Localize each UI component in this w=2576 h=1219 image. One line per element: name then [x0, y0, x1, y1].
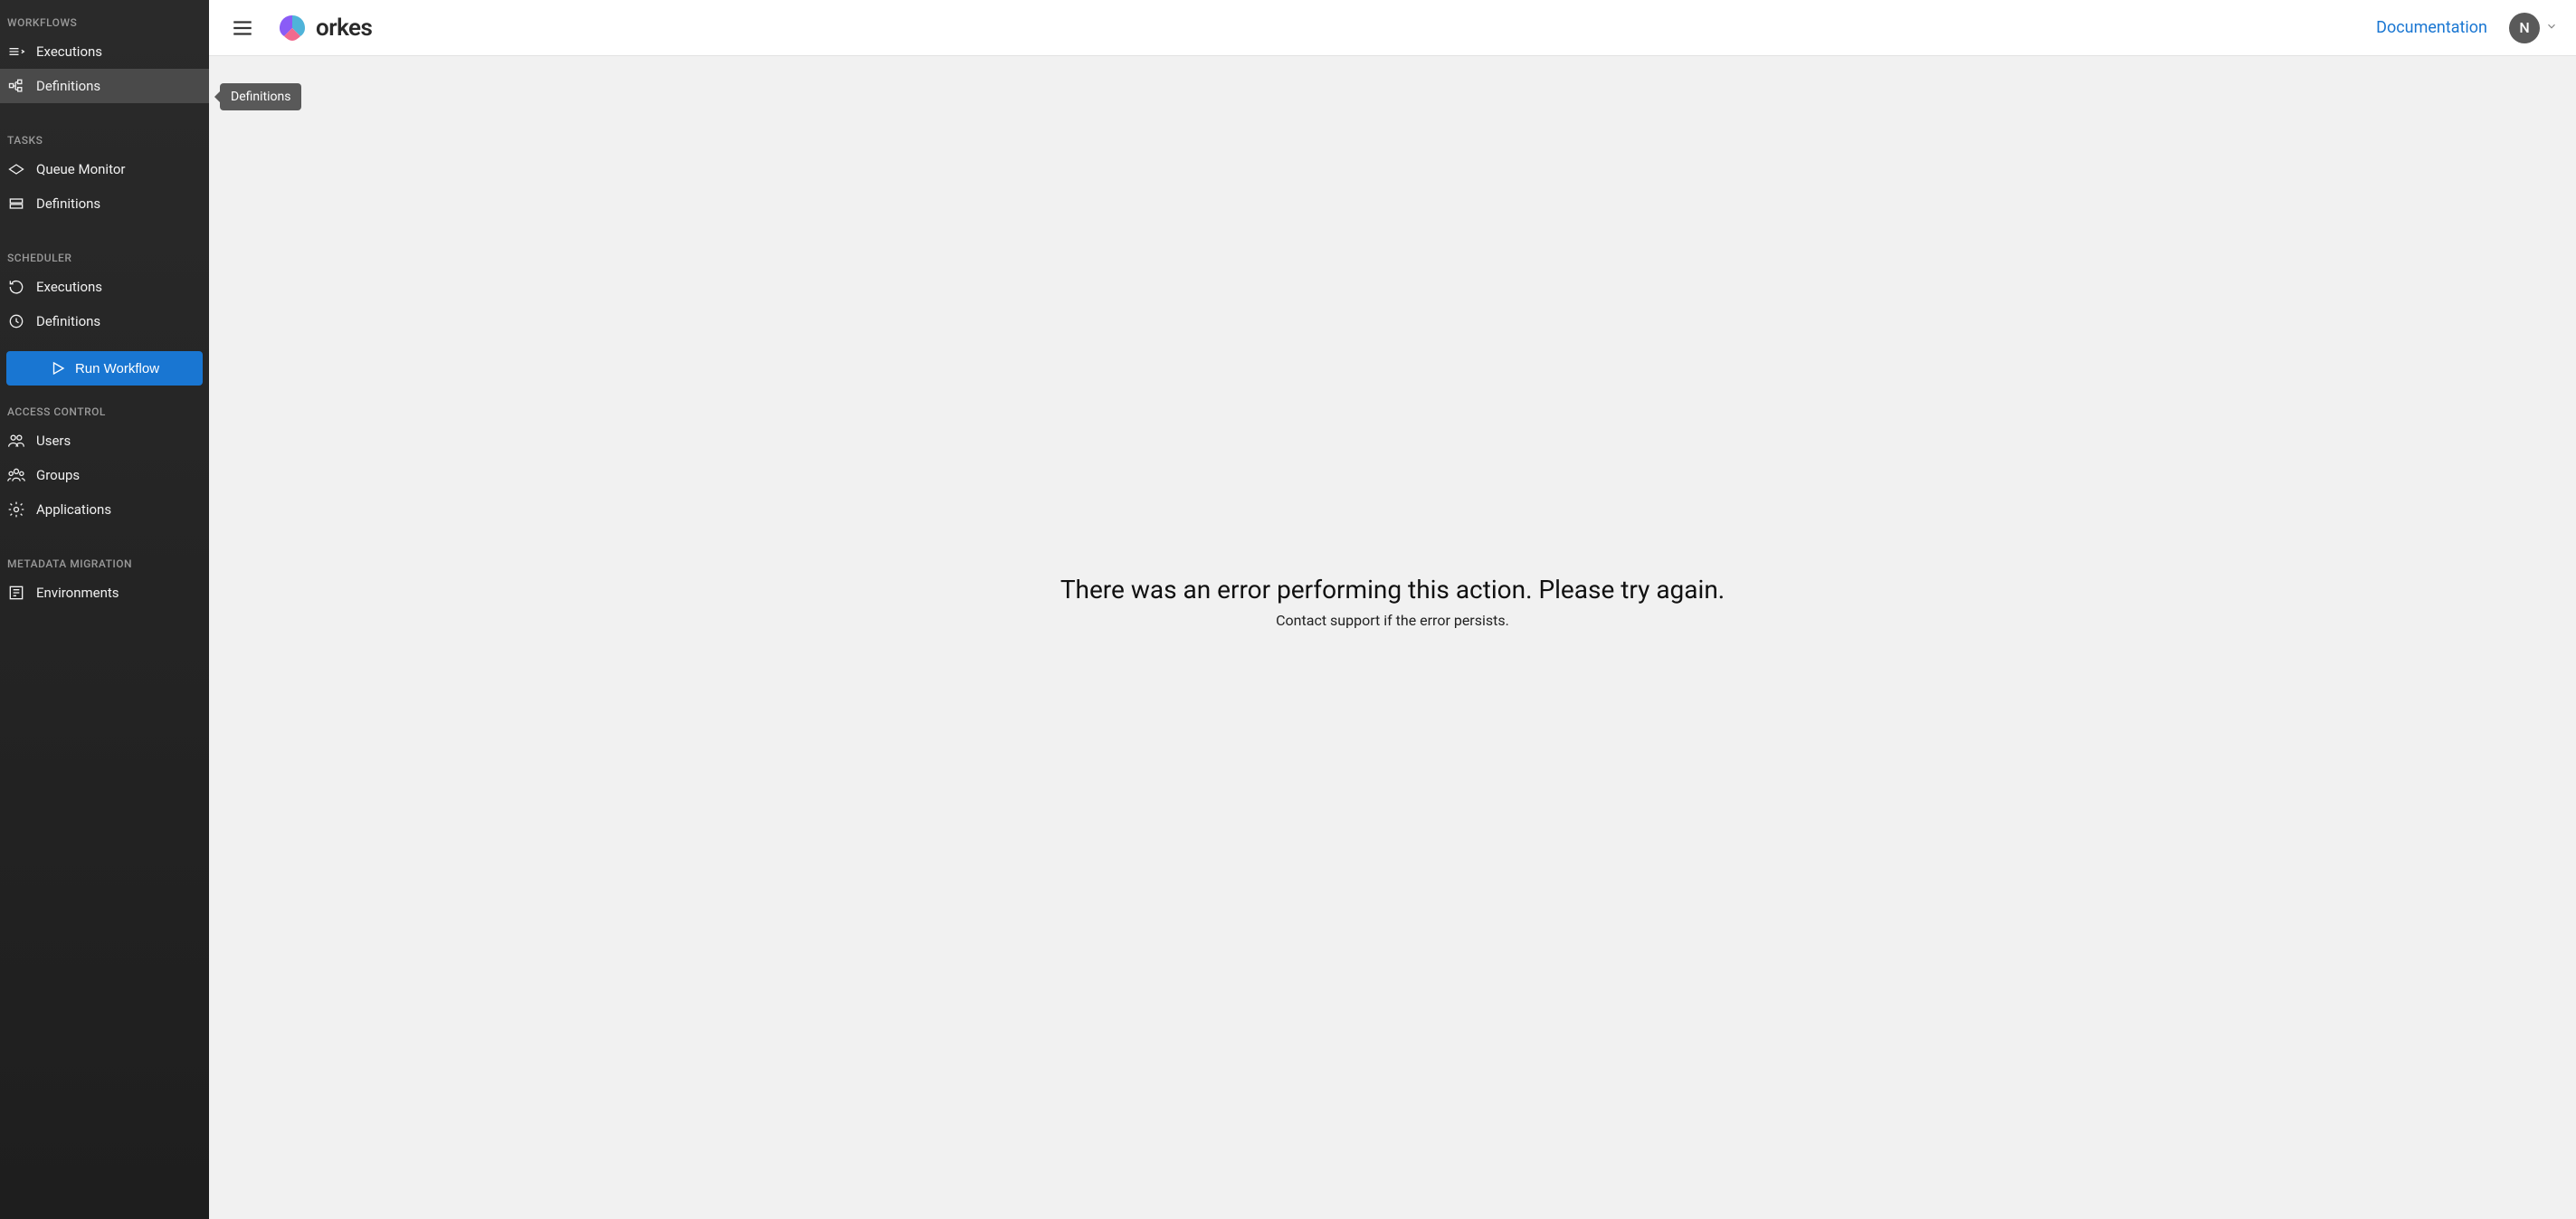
scheduler-executions-icon	[7, 278, 25, 296]
section-header-tasks: TASKS	[0, 121, 209, 152]
nav-label: Definitions	[36, 78, 100, 94]
section-header-metadata-migration: METADATA MIGRATION	[0, 545, 209, 576]
avatar[interactable]: N	[2509, 13, 2540, 43]
sidebar-item-workflow-executions[interactable]: Executions	[0, 34, 209, 69]
logo[interactable]: orkes	[276, 12, 372, 44]
environments-icon	[7, 584, 25, 602]
topbar: orkes Documentation N	[209, 0, 2576, 56]
section-header-workflows: WORKFLOWS	[0, 0, 209, 34]
sidebar: WORKFLOWS Executions Definitions TASKS Q…	[0, 0, 209, 1219]
section-header-scheduler: SCHEDULER	[0, 239, 209, 270]
nav-label: Executions	[36, 43, 102, 60]
section-header-access-control: ACCESS CONTROL	[0, 393, 209, 424]
content-area: There was an error performing this actio…	[209, 56, 2576, 1219]
queue-monitor-icon	[7, 160, 25, 178]
hamburger-menu-button[interactable]	[227, 13, 258, 43]
error-title: There was an error performing this actio…	[1060, 575, 1725, 605]
documentation-link[interactable]: Documentation	[2376, 18, 2487, 37]
sidebar-item-task-definitions[interactable]: Definitions	[0, 186, 209, 221]
avatar-initial: N	[2519, 19, 2529, 36]
task-definitions-icon	[7, 195, 25, 213]
run-workflow-button[interactable]: Run Workflow	[6, 351, 203, 386]
tooltip-text: Definitions	[231, 90, 290, 104]
tooltip: Definitions	[220, 83, 301, 110]
nav-label: Queue Monitor	[36, 161, 125, 177]
error-subtitle: Contact support if the error persists.	[1276, 612, 1509, 629]
nav-label: Applications	[36, 501, 111, 518]
groups-icon	[7, 466, 25, 484]
sidebar-item-users[interactable]: Users	[0, 424, 209, 458]
hamburger-icon	[231, 16, 254, 40]
workflow-executions-icon	[7, 43, 25, 61]
gear-icon	[7, 500, 25, 519]
play-icon	[50, 360, 66, 376]
users-icon	[7, 432, 25, 450]
sidebar-item-scheduler-definitions[interactable]: Definitions	[0, 304, 209, 338]
nav-label: Definitions	[36, 195, 100, 212]
nav-label: Environments	[36, 585, 119, 601]
nav-label: Definitions	[36, 313, 100, 329]
logo-mark-icon	[276, 12, 309, 44]
sidebar-item-applications[interactable]: Applications	[0, 492, 209, 527]
sidebar-item-queue-monitor[interactable]: Queue Monitor	[0, 152, 209, 186]
avatar-dropdown-button[interactable]	[2545, 19, 2558, 36]
main-area: orkes Documentation N Definitions There …	[209, 0, 2576, 1219]
sidebar-item-groups[interactable]: Groups	[0, 458, 209, 492]
sidebar-item-environments[interactable]: Environments	[0, 576, 209, 610]
nav-label: Users	[36, 433, 71, 449]
workflow-definitions-icon	[7, 77, 25, 95]
sidebar-item-workflow-definitions[interactable]: Definitions	[0, 69, 209, 103]
chevron-down-icon	[2545, 20, 2558, 33]
nav-label: Executions	[36, 279, 102, 295]
clock-icon	[7, 312, 25, 330]
sidebar-item-scheduler-executions[interactable]: Executions	[0, 270, 209, 304]
logo-text: orkes	[316, 14, 372, 42]
run-workflow-label: Run Workflow	[75, 361, 159, 376]
nav-label: Groups	[36, 467, 80, 483]
